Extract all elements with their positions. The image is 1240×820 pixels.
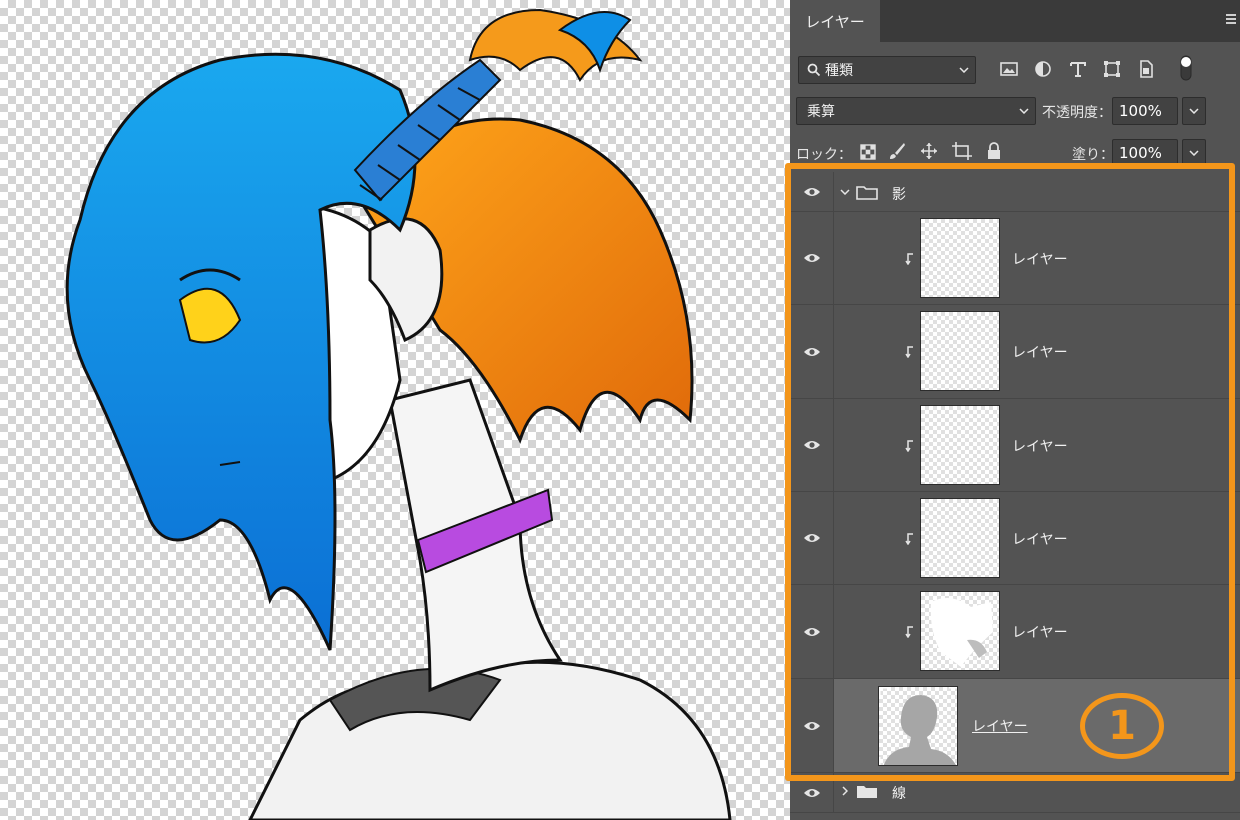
- adjustment-filter-icon[interactable]: [1034, 60, 1052, 78]
- eye-icon[interactable]: [803, 186, 821, 198]
- search-icon: [807, 63, 821, 77]
- annotation-badge: 1: [1080, 693, 1164, 759]
- blend-mode-value: 乗算: [807, 104, 835, 120]
- layer-row[interactable]: レイヤー: [790, 399, 1240, 492]
- layer-row[interactable]: レイヤー: [790, 492, 1240, 585]
- folder-icon: [857, 786, 877, 798]
- fill-label: 塗り：: [1072, 147, 1114, 163]
- filter-toggle-icon[interactable]: [1180, 55, 1192, 81]
- layer-filter-label: 種類: [825, 63, 853, 79]
- opacity-input[interactable]: 100%: [1112, 97, 1178, 125]
- clipping-mask-icon: [905, 626, 913, 638]
- chevron-down-icon: [1019, 108, 1029, 114]
- layer-row[interactable]: レイヤー: [790, 212, 1240, 305]
- clipping-mask-icon: [905, 253, 913, 265]
- visibility-cell: [790, 773, 834, 812]
- layer-thumbnail: [920, 591, 1000, 671]
- chevron-down-icon: [959, 67, 969, 73]
- layer-thumbnail: [920, 405, 1000, 485]
- lock-transparency-icon[interactable]: [860, 144, 876, 160]
- visibility-cell: [790, 212, 834, 304]
- clipping-mask-icon: [905, 346, 913, 358]
- shape-filter-icon[interactable]: [1103, 60, 1121, 78]
- lock-artboard-icon[interactable]: [952, 142, 972, 160]
- layer-thumbnail: [920, 218, 1000, 298]
- blend-mode-dropdown[interactable]: 乗算: [796, 97, 1036, 125]
- smart-object-filter-icon[interactable]: [1137, 60, 1155, 78]
- eye-icon[interactable]: [803, 720, 821, 732]
- visibility-cell: [790, 492, 834, 584]
- layer-row[interactable]: レイヤー: [790, 585, 1240, 679]
- canvas-area[interactable]: [0, 0, 790, 820]
- fill-dropdown-button[interactable]: [1182, 139, 1206, 167]
- panel-menu-icon[interactable]: [1226, 14, 1236, 26]
- eye-icon[interactable]: [803, 626, 821, 638]
- chevron-down-icon[interactable]: [840, 189, 850, 195]
- layer-group-name: 線: [892, 786, 906, 802]
- layer-name: レイヤー: [1012, 439, 1068, 455]
- visibility-cell: [790, 585, 834, 678]
- layer-name: レイヤー: [1012, 532, 1068, 548]
- layer-name: レイヤー: [1012, 345, 1068, 361]
- lock-label: ロック：: [796, 147, 852, 163]
- layer-group-name: 影: [892, 187, 906, 203]
- visibility-cell: [790, 679, 834, 772]
- chevron-right-icon[interactable]: [842, 786, 848, 796]
- visibility-cell: [790, 305, 834, 398]
- lock-paint-icon[interactable]: [888, 142, 906, 160]
- layer-group-row[interactable]: 線: [790, 773, 1240, 813]
- eye-icon[interactable]: [803, 787, 821, 799]
- layer-row[interactable]: レイヤー: [790, 305, 1240, 399]
- tab-layers[interactable]: レイヤー: [790, 0, 880, 42]
- fill-input[interactable]: 100%: [1112, 139, 1178, 167]
- layer-thumbnail: [920, 311, 1000, 391]
- layer-row-selected[interactable]: レイヤー: [790, 679, 1240, 773]
- layer-name: レイヤー: [1012, 252, 1068, 268]
- character-artwork: [65, 8, 732, 820]
- layers-list: 影 レイヤー レイヤー レイヤー レイヤー レイヤー レイヤー 線: [790, 172, 1240, 820]
- layer-group-row[interactable]: 影: [790, 172, 1240, 212]
- eye-icon[interactable]: [803, 439, 821, 451]
- layer-thumbnail-preview: [879, 687, 957, 765]
- text-filter-icon[interactable]: [1069, 60, 1087, 78]
- eye-icon[interactable]: [803, 346, 821, 358]
- layer-name: レイヤー: [972, 719, 1028, 735]
- eye-icon[interactable]: [803, 252, 821, 264]
- folder-icon: [856, 186, 878, 200]
- layer-thumbnail: [878, 686, 958, 766]
- eye-icon[interactable]: [803, 532, 821, 544]
- layer-name: レイヤー: [1012, 625, 1068, 641]
- opacity-dropdown-button[interactable]: [1182, 97, 1206, 125]
- lock-position-icon[interactable]: [920, 142, 938, 160]
- clipping-mask-icon: [905, 440, 913, 452]
- layer-thumbnail-preview: [930, 598, 993, 667]
- image-filter-icon[interactable]: [1000, 60, 1018, 78]
- visibility-cell: [790, 399, 834, 491]
- lock-all-icon[interactable]: [986, 142, 1002, 160]
- panel-tab-bar: レイヤー: [790, 0, 1240, 42]
- chevron-down-icon: [1189, 150, 1199, 156]
- layer-filter-dropdown[interactable]: 種類: [798, 56, 976, 84]
- visibility-cell: [790, 172, 834, 211]
- layer-thumbnail: [920, 498, 1000, 578]
- layers-panel: レイヤー 種類 乗算 不透明度： 100% ロック： 塗り： 100% 影 レイ…: [790, 0, 1240, 820]
- opacity-label: 不透明度：: [1042, 105, 1112, 121]
- clipping-mask-icon: [905, 533, 913, 545]
- chevron-down-icon: [1189, 108, 1199, 114]
